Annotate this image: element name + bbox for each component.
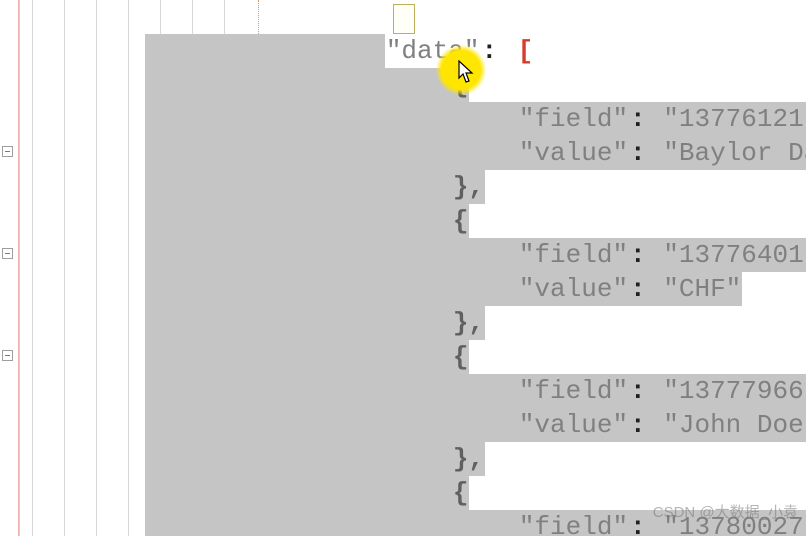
code-lines: "data": [ { "field": "13776121", "value"… (20, 0, 806, 536)
gutter (0, 0, 20, 536)
code-area[interactable]: "data": [ { "field": "13776121", "value"… (20, 0, 806, 536)
code-line[interactable]: }, (20, 136, 806, 170)
code-line[interactable]: "value": "John Doe" (20, 374, 806, 408)
code-line[interactable]: "field": "13777966", (20, 340, 806, 374)
code-line[interactable]: "field": "13776121", (20, 68, 806, 102)
code-line[interactable]: }, (20, 408, 806, 442)
code-line[interactable]: { (20, 170, 806, 204)
code-line[interactable]: { (20, 306, 806, 340)
code-line[interactable]: "value": "Baylor Dallas" (20, 102, 806, 136)
code-editor[interactable]: "data": [ { "field": "13776121", "value"… (0, 0, 806, 536)
fold-toggle-icon[interactable] (2, 350, 13, 361)
code-line[interactable]: "field": "13780027", (20, 476, 806, 510)
code-line[interactable]: "value": "CHF" (20, 238, 806, 272)
code-line[interactable]: "value": "9999" (20, 510, 806, 536)
code-line[interactable]: { (20, 34, 806, 68)
code-line[interactable]: { (20, 442, 806, 476)
fold-toggle-icon[interactable] (2, 248, 13, 259)
code-line[interactable]: "data": [ (20, 0, 806, 34)
code-line[interactable]: "field": "13776401", (20, 204, 806, 238)
code-line[interactable]: }, (20, 272, 806, 306)
fold-toggle-icon[interactable] (2, 146, 13, 157)
